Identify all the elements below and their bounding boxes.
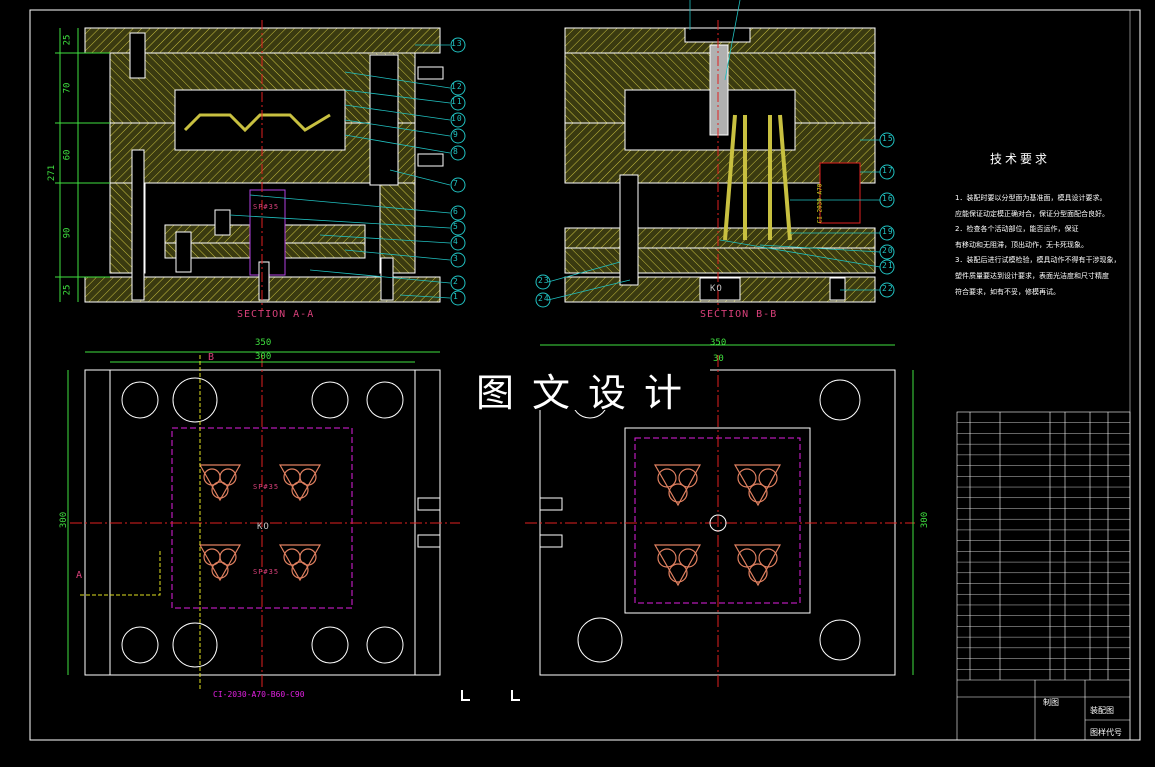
part-callout: 1 bbox=[453, 292, 459, 301]
ko-label-a: KO bbox=[257, 522, 270, 532]
part-callout: 24 bbox=[538, 294, 550, 303]
part-callout: 9 bbox=[453, 130, 459, 139]
dim-width-overall: 350 bbox=[255, 338, 272, 348]
part-callout: 7 bbox=[453, 179, 459, 188]
dim-stack: 70 bbox=[62, 82, 73, 94]
spring-label-c: SP#35 bbox=[253, 568, 280, 576]
title-block-assembly: 装配图 bbox=[1090, 706, 1114, 715]
bom-row-lines bbox=[957, 422, 1130, 670]
part-callout: 21 bbox=[882, 261, 894, 270]
part-callout: 12 bbox=[451, 82, 463, 91]
title-block-designer: 制图 bbox=[1043, 698, 1059, 707]
part-callout: 23 bbox=[538, 276, 550, 285]
part-callout: 11 bbox=[451, 97, 463, 106]
part-callout: 16 bbox=[882, 194, 894, 203]
part-callout: 15 bbox=[882, 134, 894, 143]
tech-line: 应能保证动定模正确对合，保证分型面配合良好。 bbox=[955, 210, 1109, 218]
tech-line: 符合要求，如有不妥，修模再试。 bbox=[955, 288, 1060, 296]
part-callout: 4 bbox=[453, 237, 459, 246]
part-callout: 2 bbox=[453, 277, 459, 286]
section-a-a-view bbox=[55, 20, 466, 310]
dim-stack: 60 bbox=[62, 149, 73, 161]
spring-label-b: SP#35 bbox=[253, 483, 280, 491]
technical-requirements-title: 技术要求 bbox=[990, 152, 1051, 166]
section-a-label: SECTION A-A bbox=[237, 309, 315, 320]
standard-ref: CI-2030-A70-B60-C90 bbox=[213, 690, 305, 699]
part-callout: 5 bbox=[453, 222, 459, 231]
part-callout: 17 bbox=[882, 166, 894, 175]
ko-label-b: KO bbox=[710, 284, 723, 294]
dim-width-inner: 300 bbox=[255, 352, 272, 362]
part-callout: 13 bbox=[451, 39, 463, 48]
dim-stack: 25 bbox=[62, 284, 73, 296]
tech-line: 1．装配时要以分型面为基准面，模具设计要求。 bbox=[955, 194, 1107, 202]
title-block-drawing-no: 图样代号 bbox=[1090, 728, 1122, 737]
section-b-label: SECTION B-B bbox=[700, 309, 778, 320]
tech-line: 有移动和无阻滞，顶出动作，无卡死现象。 bbox=[955, 241, 1088, 249]
tech-line: 2．检查各个活动部位，能否运作，保证 bbox=[955, 225, 1079, 233]
watermark-text: 图文设计 bbox=[476, 371, 701, 415]
part-callout: 22 bbox=[882, 284, 894, 293]
part-callout: 10 bbox=[451, 114, 463, 123]
dim-width-inner-b: 30 bbox=[713, 354, 724, 364]
dim-stack: 25 bbox=[62, 34, 73, 46]
section-b-b-view bbox=[535, 0, 895, 310]
part-callout: 8 bbox=[453, 147, 459, 156]
spring-label-a: SP#35 bbox=[253, 203, 280, 211]
part-callout: 20 bbox=[882, 246, 894, 255]
part-callout: 6 bbox=[453, 207, 459, 216]
bill-of-materials bbox=[956, 411, 1131, 741]
section-a-mark: A bbox=[76, 570, 84, 581]
dim-stack: 271 bbox=[47, 164, 58, 182]
dim-height-right: 300 bbox=[920, 511, 931, 529]
vertical-ref: CI-2030-A70 bbox=[816, 183, 824, 224]
part-callout: 3 bbox=[453, 254, 459, 263]
part-callout: 19 bbox=[882, 227, 894, 236]
tech-line: 3．装配后进行试模检验，模具动作不得有干涉现象， bbox=[955, 256, 1121, 264]
plan-view-fixed-half bbox=[67, 351, 460, 690]
dim-stack: 90 bbox=[62, 227, 73, 239]
dim-width-overall-b: 350 bbox=[710, 338, 727, 348]
section-b-mark: B bbox=[208, 352, 216, 363]
tech-line: 塑件质量要达到设计要求，表面光洁度和尺寸精度 bbox=[955, 272, 1109, 280]
dim-height-left: 300 bbox=[59, 511, 70, 529]
